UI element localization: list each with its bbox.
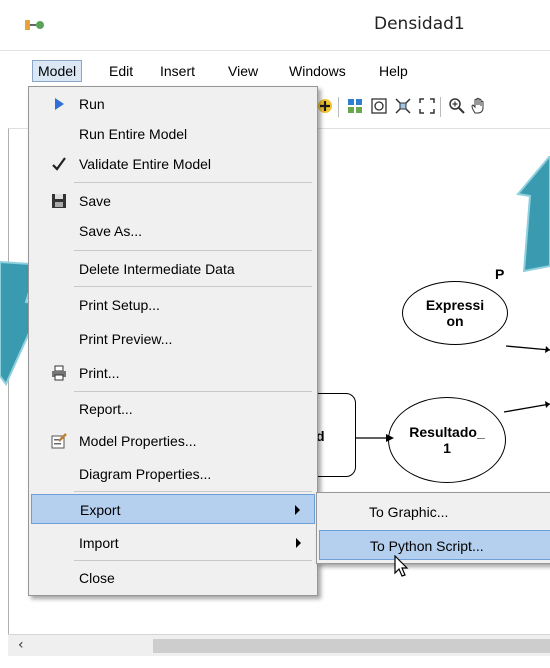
menu-item-print-preview[interactable]: Print Preview...	[31, 324, 315, 354]
scroll-thumb[interactable]	[153, 639, 550, 653]
model-builder-icon	[25, 20, 44, 30]
menu-item-validate-entire-model[interactable]: Validate Entire Model	[31, 149, 315, 179]
mouse-cursor-icon	[394, 555, 409, 577]
menu-item-save-as[interactable]: Save As...	[31, 216, 315, 246]
connector-expression-out	[505, 345, 550, 351]
menu-item-label: Diagram Properties...	[79, 466, 212, 482]
window-title: Densidad1	[374, 14, 465, 34]
menu-separator	[74, 391, 312, 392]
menu-item-label: Print...	[79, 365, 120, 381]
menu-item-run-entire-model[interactable]: Run Entire Model	[31, 119, 315, 149]
menu-windows[interactable]: Windows	[284, 62, 351, 80]
menu-item-label: Model Properties...	[79, 433, 197, 449]
menu-item-close[interactable]: Close	[31, 563, 315, 593]
scroll-left-icon[interactable]: ‹	[18, 637, 24, 653]
menu-item-run[interactable]: Run	[31, 89, 315, 119]
menu-bar: Model Edit Insert View Windows Help	[0, 56, 550, 86]
annotation-arrow-right	[516, 156, 550, 273]
menu-view[interactable]: View	[223, 62, 263, 80]
menu-item-label: Import	[79, 535, 119, 551]
menu-item-label: Print Preview...	[79, 331, 173, 347]
menu-separator	[74, 286, 312, 287]
menu-insert[interactable]: Insert	[155, 62, 200, 80]
full-extent-icon[interactable]	[394, 97, 412, 115]
menu-item-import[interactable]: Import	[31, 528, 315, 558]
menu-item-print-setup[interactable]: Print Setup...	[31, 290, 315, 320]
floppy-disk-icon	[52, 194, 66, 208]
pan-hand-icon[interactable]	[470, 97, 488, 115]
add-data-icon[interactable]	[316, 97, 334, 115]
menu-model[interactable]: Model	[32, 60, 83, 82]
submenu-item-label: To Graphic...	[369, 504, 449, 520]
menu-item-label: Validate Entire Model	[79, 156, 212, 172]
parameter-marker: P	[495, 266, 505, 282]
submenu-item-to-graphic[interactable]: To Graphic...	[319, 497, 550, 527]
connector-resultado-out	[503, 403, 550, 413]
menu-item-save[interactable]: Save	[31, 186, 315, 216]
horizontal-scrollbar[interactable]: ‹	[8, 634, 550, 657]
menu-item-label: Run Entire Model	[79, 126, 188, 142]
submenu-arrow-icon	[296, 538, 301, 548]
menu-item-export[interactable]: Export	[31, 494, 315, 524]
menu-item-report[interactable]: Report...	[31, 394, 315, 424]
status-strip	[0, 656, 550, 668]
title-bar: Densidad1	[0, 0, 550, 51]
menu-item-label: Save As...	[79, 223, 143, 239]
menu-item-label: Delete Intermediate Data	[79, 261, 235, 277]
run-arrow-icon	[55, 98, 64, 110]
menu-help[interactable]: Help	[374, 62, 413, 80]
node-expression-label: Expressi on	[425, 297, 485, 329]
menu-separator	[74, 560, 312, 561]
menu-item-label: Close	[79, 570, 115, 586]
diagram-connectors	[356, 345, 550, 442]
submenu-item-label: To Python Script...	[370, 538, 484, 554]
menu-item-diagram-properties[interactable]: Diagram Properties...	[31, 459, 315, 489]
submenu-arrow-icon	[295, 505, 300, 515]
export-submenu: To Graphic... To Python Script...	[316, 492, 550, 564]
menu-item-delete-intermediate-data[interactable]: Delete Intermediate Data	[31, 254, 315, 284]
menu-edit[interactable]: Edit	[104, 62, 138, 80]
fit-icon[interactable]	[418, 97, 436, 115]
checkmark-icon	[52, 157, 66, 171]
properties-icon	[51, 433, 67, 449]
submenu-item-to-python-script[interactable]: To Python Script...	[319, 530, 550, 560]
menu-item-label: Export	[80, 502, 121, 518]
menu-item-label: Save	[79, 193, 111, 209]
menu-separator	[74, 182, 312, 183]
menu-item-label: Print Setup...	[79, 297, 160, 313]
select-all-icon[interactable]	[370, 97, 388, 115]
printer-icon	[52, 365, 66, 381]
menu-item-label: Run	[79, 96, 105, 112]
menu-separator	[74, 491, 312, 492]
menu-item-model-properties[interactable]: Model Properties...	[31, 426, 315, 456]
menu-item-print[interactable]: Print...	[31, 358, 315, 388]
menu-item-label: Report...	[79, 401, 133, 417]
model-menu: Run Run Entire Model Validate Entire Mod…	[28, 86, 318, 596]
menu-separator	[74, 250, 312, 251]
zoom-in-icon[interactable]	[448, 97, 466, 115]
toolbar	[300, 91, 550, 123]
auto-layout-icon[interactable]	[346, 97, 364, 115]
